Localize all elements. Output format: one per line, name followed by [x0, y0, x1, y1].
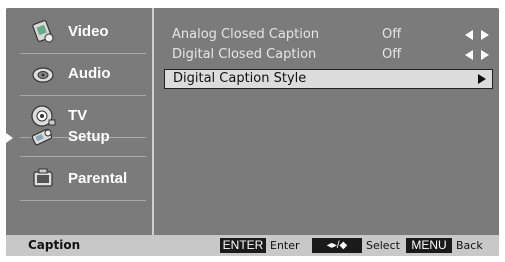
sidebar-item-parental[interactable]: Parental [20, 159, 146, 201]
video-icon [30, 19, 56, 45]
sidebar-item-label: Parental [68, 170, 128, 187]
sidebar-item-audio[interactable]: Audio [20, 54, 146, 96]
option-label: Analog Closed Caption [172, 27, 320, 42]
sidebar-item-video[interactable]: Video [20, 12, 146, 54]
sidebar-item-label: Setup [68, 128, 110, 145]
section-title: Caption [28, 238, 81, 252]
left-right-arrows-icon[interactable] [465, 50, 489, 60]
option-label: Digital Closed Caption [172, 47, 317, 62]
option-value: Off [382, 27, 402, 42]
enter-key-badge: ENTER [220, 238, 266, 253]
menu-frame: Video Audio TV Setup Parental Analog Clo… [6, 8, 499, 256]
sidebar-item-setup[interactable]: Setup [20, 117, 146, 157]
sidebar-item-label: Video [68, 23, 109, 40]
navigate-key-label: Select [366, 239, 400, 252]
parental-icon [30, 166, 56, 192]
active-section-arrow-icon [6, 133, 13, 143]
column-divider [152, 8, 154, 235]
caption-options-panel: Analog Closed Caption Off Digital Closed… [160, 8, 499, 235]
menu-key-label: Back [456, 239, 483, 252]
audio-icon [30, 61, 56, 87]
enter-key-label: Enter [270, 239, 300, 252]
enter-submenu-arrow-icon [478, 74, 486, 84]
navigate-key-badge: ◂▸/◆ [312, 238, 362, 253]
option-digital-closed-caption[interactable]: Digital Closed Caption Off [164, 45, 493, 65]
status-bar: Caption ENTER Enter ◂▸/◆ Select MENU Bac… [6, 235, 499, 256]
option-label: Digital Caption Style [173, 71, 307, 86]
menu-key-badge: MENU [406, 238, 452, 253]
option-analog-closed-caption[interactable]: Analog Closed Caption Off [164, 25, 493, 45]
sidebar-item-label: Audio [68, 65, 111, 82]
option-digital-caption-style[interactable]: Digital Caption Style [164, 69, 493, 89]
option-value: Off [382, 47, 402, 62]
left-right-arrows-icon[interactable] [465, 30, 489, 40]
tv-menu-screen: Video Audio TV Setup Parental Analog Clo… [0, 0, 505, 262]
sidebar: Video Audio TV Setup Parental [6, 8, 152, 235]
setup-icon [30, 124, 56, 150]
